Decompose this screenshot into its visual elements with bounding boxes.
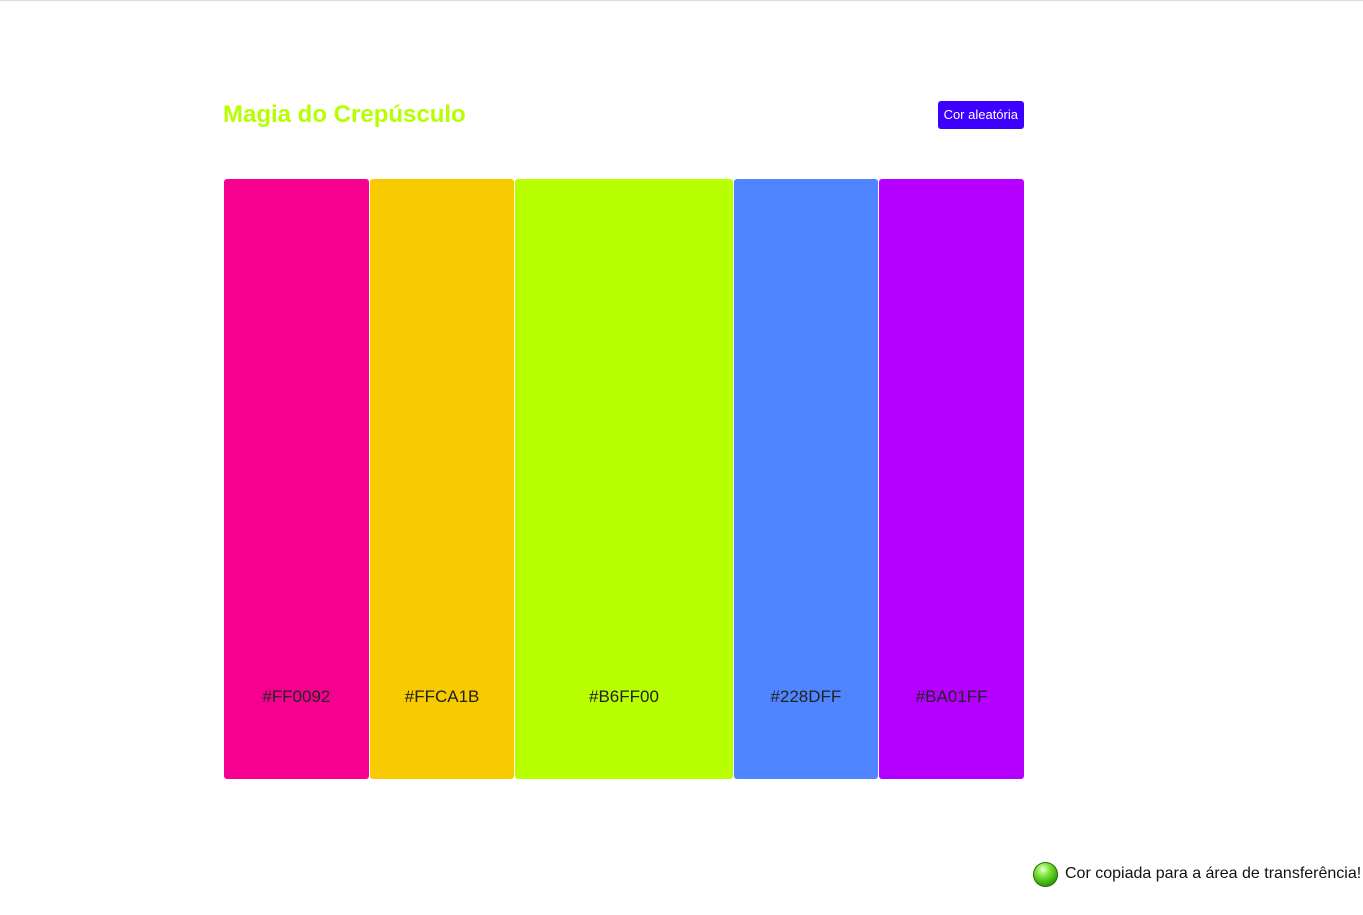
color-swatch[interactable]: #FFCA1B: [369, 179, 515, 779]
success-icon: [1033, 861, 1058, 887]
color-swatch[interactable]: #228DFF: [733, 179, 879, 779]
copied-toast: Cor copiada para a área de transferência…: [1033, 860, 1361, 888]
color-swatch[interactable]: #B6FF00: [515, 179, 733, 779]
color-hex-label: #FFCA1B: [404, 687, 480, 706]
header: Magia do Crepúsculo Cor aleatória: [223, 100, 1024, 130]
random-color-button[interactable]: Cor aleatória: [937, 101, 1024, 129]
color-hex-label: #228DFF: [770, 687, 842, 706]
toast-message: Cor copiada para a área de transferência…: [1065, 865, 1362, 882]
color-swatch[interactable]: #BA01FF: [879, 179, 1024, 779]
color-swatch[interactable]: #FF0092: [224, 179, 369, 779]
top-border: [0, 0, 1363, 1]
color-hex-label: #B6FF00: [589, 687, 659, 706]
color-hex-label: #BA01FF: [915, 687, 988, 706]
color-hex-label: #FF0092: [262, 687, 331, 706]
color-palette: #FF0092 #FFCA1B #B6FF00 #228DFF #BA01FF: [224, 179, 1024, 779]
palette-title: Magia do Crepúsculo: [223, 101, 466, 128]
